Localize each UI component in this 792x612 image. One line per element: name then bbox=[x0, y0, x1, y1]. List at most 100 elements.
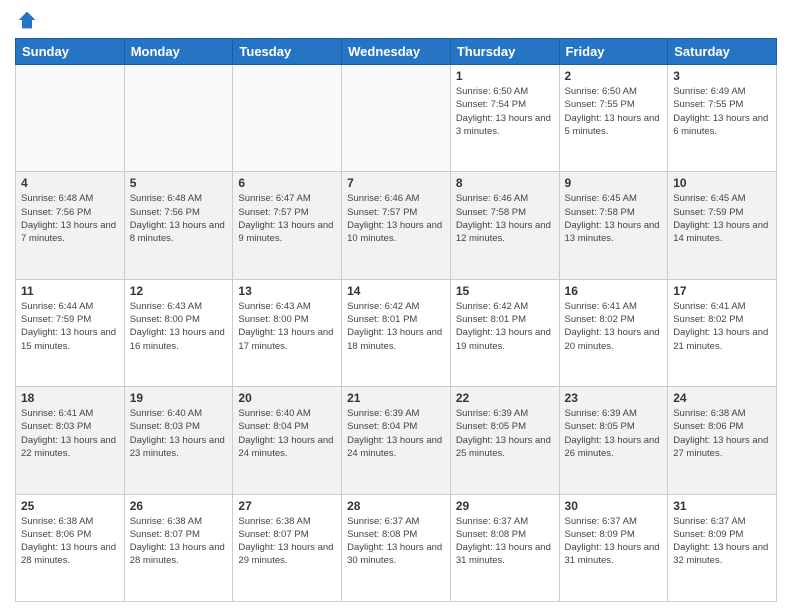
day-info: Sunrise: 6:46 AM Sunset: 7:57 PM Dayligh… bbox=[347, 192, 445, 245]
day-info: Sunrise: 6:37 AM Sunset: 8:09 PM Dayligh… bbox=[565, 515, 663, 568]
calendar-day-cell: 26 Sunrise: 6:38 AM Sunset: 8:07 PM Dayli… bbox=[124, 494, 233, 601]
day-number: 26 bbox=[130, 499, 228, 513]
day-number: 21 bbox=[347, 391, 445, 405]
day-info: Sunrise: 6:50 AM Sunset: 7:54 PM Dayligh… bbox=[456, 85, 554, 138]
day-info: Sunrise: 6:38 AM Sunset: 8:06 PM Dayligh… bbox=[673, 407, 771, 460]
day-number: 9 bbox=[565, 176, 663, 190]
day-number: 14 bbox=[347, 284, 445, 298]
day-number: 30 bbox=[565, 499, 663, 513]
day-info: Sunrise: 6:37 AM Sunset: 8:09 PM Dayligh… bbox=[673, 515, 771, 568]
day-number: 10 bbox=[673, 176, 771, 190]
day-info: Sunrise: 6:48 AM Sunset: 7:56 PM Dayligh… bbox=[21, 192, 119, 245]
day-info: Sunrise: 6:41 AM Sunset: 8:02 PM Dayligh… bbox=[565, 300, 663, 353]
day-number: 16 bbox=[565, 284, 663, 298]
day-info: Sunrise: 6:39 AM Sunset: 8:05 PM Dayligh… bbox=[456, 407, 554, 460]
calendar-day-cell: 30 Sunrise: 6:37 AM Sunset: 8:09 PM Dayli… bbox=[559, 494, 668, 601]
day-number: 8 bbox=[456, 176, 554, 190]
day-info: Sunrise: 6:50 AM Sunset: 7:55 PM Dayligh… bbox=[565, 85, 663, 138]
day-info: Sunrise: 6:38 AM Sunset: 8:07 PM Dayligh… bbox=[130, 515, 228, 568]
day-number: 11 bbox=[21, 284, 119, 298]
calendar-day-cell: 21Sunrise: 6:39 AM Sunset: 8:04 PM Dayli… bbox=[342, 387, 451, 494]
logo bbox=[15, 10, 39, 30]
calendar-day-cell: 2Sunrise: 6:50 AM Sunset: 7:55 PM Daylig… bbox=[559, 65, 668, 172]
calendar-day-cell bbox=[342, 65, 451, 172]
day-info: Sunrise: 6:42 AM Sunset: 8:01 PM Dayligh… bbox=[347, 300, 445, 353]
calendar-day-cell: 27 Sunrise: 6:38 AM Sunset: 8:07 PM Dayli… bbox=[233, 494, 342, 601]
day-number: 5 bbox=[130, 176, 228, 190]
calendar-day-cell: 16 Sunrise: 6:41 AM Sunset: 8:02 PM Dayli… bbox=[559, 279, 668, 386]
day-info: Sunrise: 6:46 AM Sunset: 7:58 PM Dayligh… bbox=[456, 192, 554, 245]
calendar-day-cell: 12Sunrise: 6:43 AM Sunset: 8:00 PM Dayli… bbox=[124, 279, 233, 386]
calendar-day-cell: 22Sunrise: 6:39 AM Sunset: 8:05 PM Dayli… bbox=[450, 387, 559, 494]
calendar-day-cell: 13 Sunrise: 6:43 AM Sunset: 8:00 PM Dayli… bbox=[233, 279, 342, 386]
calendar-day-cell: 31 Sunrise: 6:37 AM Sunset: 8:09 PM Dayli… bbox=[668, 494, 777, 601]
weekday-header-friday: Friday bbox=[559, 39, 668, 65]
calendar-day-cell: 1 Sunrise: 6:50 AM Sunset: 7:54 PM Daylig… bbox=[450, 65, 559, 172]
weekday-header-sunday: Sunday bbox=[16, 39, 125, 65]
calendar-table: SundayMondayTuesdayWednesdayThursdayFrid… bbox=[15, 38, 777, 602]
day-number: 31 bbox=[673, 499, 771, 513]
day-info: Sunrise: 6:43 AM Sunset: 8:00 PM Dayligh… bbox=[238, 300, 336, 353]
day-info: Sunrise: 6:39 AM Sunset: 8:05 PM Dayligh… bbox=[565, 407, 663, 460]
calendar-day-cell: 20 Sunrise: 6:40 AM Sunset: 8:04 PM Dayli… bbox=[233, 387, 342, 494]
calendar-day-cell bbox=[16, 65, 125, 172]
header bbox=[15, 10, 777, 30]
day-info: Sunrise: 6:42 AM Sunset: 8:01 PM Dayligh… bbox=[456, 300, 554, 353]
day-number: 28 bbox=[347, 499, 445, 513]
day-info: Sunrise: 6:37 AM Sunset: 8:08 PM Dayligh… bbox=[347, 515, 445, 568]
day-info: Sunrise: 6:38 AM Sunset: 8:07 PM Dayligh… bbox=[238, 515, 336, 568]
weekday-header-wednesday: Wednesday bbox=[342, 39, 451, 65]
day-number: 17 bbox=[673, 284, 771, 298]
day-info: Sunrise: 6:40 AM Sunset: 8:03 PM Dayligh… bbox=[130, 407, 228, 460]
day-number: 20 bbox=[238, 391, 336, 405]
day-info: Sunrise: 6:45 AM Sunset: 7:58 PM Dayligh… bbox=[565, 192, 663, 245]
page: SundayMondayTuesdayWednesdayThursdayFrid… bbox=[0, 0, 792, 612]
day-number: 24 bbox=[673, 391, 771, 405]
day-number: 15 bbox=[456, 284, 554, 298]
calendar-day-cell bbox=[124, 65, 233, 172]
calendar-day-cell: 15 Sunrise: 6:42 AM Sunset: 8:01 PM Dayli… bbox=[450, 279, 559, 386]
calendar-day-cell: 17Sunrise: 6:41 AM Sunset: 8:02 PM Dayli… bbox=[668, 279, 777, 386]
day-number: 3 bbox=[673, 69, 771, 83]
day-info: Sunrise: 6:43 AM Sunset: 8:00 PM Dayligh… bbox=[130, 300, 228, 353]
calendar-day-cell: 18 Sunrise: 6:41 AM Sunset: 8:03 PM Dayli… bbox=[16, 387, 125, 494]
calendar-day-cell bbox=[233, 65, 342, 172]
calendar-day-cell: 11 Sunrise: 6:44 AM Sunset: 7:59 PM Dayli… bbox=[16, 279, 125, 386]
weekday-header-row: SundayMondayTuesdayWednesdayThursdayFrid… bbox=[16, 39, 777, 65]
day-info: Sunrise: 6:41 AM Sunset: 8:03 PM Dayligh… bbox=[21, 407, 119, 460]
day-number: 4 bbox=[21, 176, 119, 190]
day-number: 1 bbox=[456, 69, 554, 83]
calendar-day-cell: 19 Sunrise: 6:40 AM Sunset: 8:03 PM Dayli… bbox=[124, 387, 233, 494]
weekday-header-tuesday: Tuesday bbox=[233, 39, 342, 65]
weekday-header-thursday: Thursday bbox=[450, 39, 559, 65]
day-number: 27 bbox=[238, 499, 336, 513]
calendar-week-row: 18 Sunrise: 6:41 AM Sunset: 8:03 PM Dayli… bbox=[16, 387, 777, 494]
weekday-header-monday: Monday bbox=[124, 39, 233, 65]
day-info: Sunrise: 6:40 AM Sunset: 8:04 PM Dayligh… bbox=[238, 407, 336, 460]
day-info: Sunrise: 6:49 AM Sunset: 7:55 PM Dayligh… bbox=[673, 85, 771, 138]
logo-icon bbox=[17, 10, 37, 30]
calendar-day-cell: 23 Sunrise: 6:39 AM Sunset: 8:05 PM Dayli… bbox=[559, 387, 668, 494]
day-number: 25 bbox=[21, 499, 119, 513]
calendar-day-cell: 8 Sunrise: 6:46 AM Sunset: 7:58 PM Daylig… bbox=[450, 172, 559, 279]
calendar-day-cell: 4 Sunrise: 6:48 AM Sunset: 7:56 PM Daylig… bbox=[16, 172, 125, 279]
day-info: Sunrise: 6:48 AM Sunset: 7:56 PM Dayligh… bbox=[130, 192, 228, 245]
day-number: 23 bbox=[565, 391, 663, 405]
calendar-day-cell: 10 Sunrise: 6:45 AM Sunset: 7:59 PM Dayli… bbox=[668, 172, 777, 279]
day-info: Sunrise: 6:44 AM Sunset: 7:59 PM Dayligh… bbox=[21, 300, 119, 353]
calendar-week-row: 4 Sunrise: 6:48 AM Sunset: 7:56 PM Daylig… bbox=[16, 172, 777, 279]
day-info: Sunrise: 6:37 AM Sunset: 8:08 PM Dayligh… bbox=[456, 515, 554, 568]
day-info: Sunrise: 6:45 AM Sunset: 7:59 PM Dayligh… bbox=[673, 192, 771, 245]
day-number: 19 bbox=[130, 391, 228, 405]
day-number: 29 bbox=[456, 499, 554, 513]
calendar-day-cell: 14 Sunrise: 6:42 AM Sunset: 8:01 PM Dayli… bbox=[342, 279, 451, 386]
calendar-day-cell: 7Sunrise: 6:46 AM Sunset: 7:57 PM Daylig… bbox=[342, 172, 451, 279]
day-number: 13 bbox=[238, 284, 336, 298]
day-info: Sunrise: 6:38 AM Sunset: 8:06 PM Dayligh… bbox=[21, 515, 119, 568]
calendar-day-cell: 29 Sunrise: 6:37 AM Sunset: 8:08 PM Dayli… bbox=[450, 494, 559, 601]
day-number: 18 bbox=[21, 391, 119, 405]
calendar-day-cell: 24 Sunrise: 6:38 AM Sunset: 8:06 PM Dayli… bbox=[668, 387, 777, 494]
calendar-day-cell: 25 Sunrise: 6:38 AM Sunset: 8:06 PM Dayli… bbox=[16, 494, 125, 601]
calendar-day-cell: 3 Sunrise: 6:49 AM Sunset: 7:55 PM Daylig… bbox=[668, 65, 777, 172]
calendar-week-row: 1 Sunrise: 6:50 AM Sunset: 7:54 PM Daylig… bbox=[16, 65, 777, 172]
